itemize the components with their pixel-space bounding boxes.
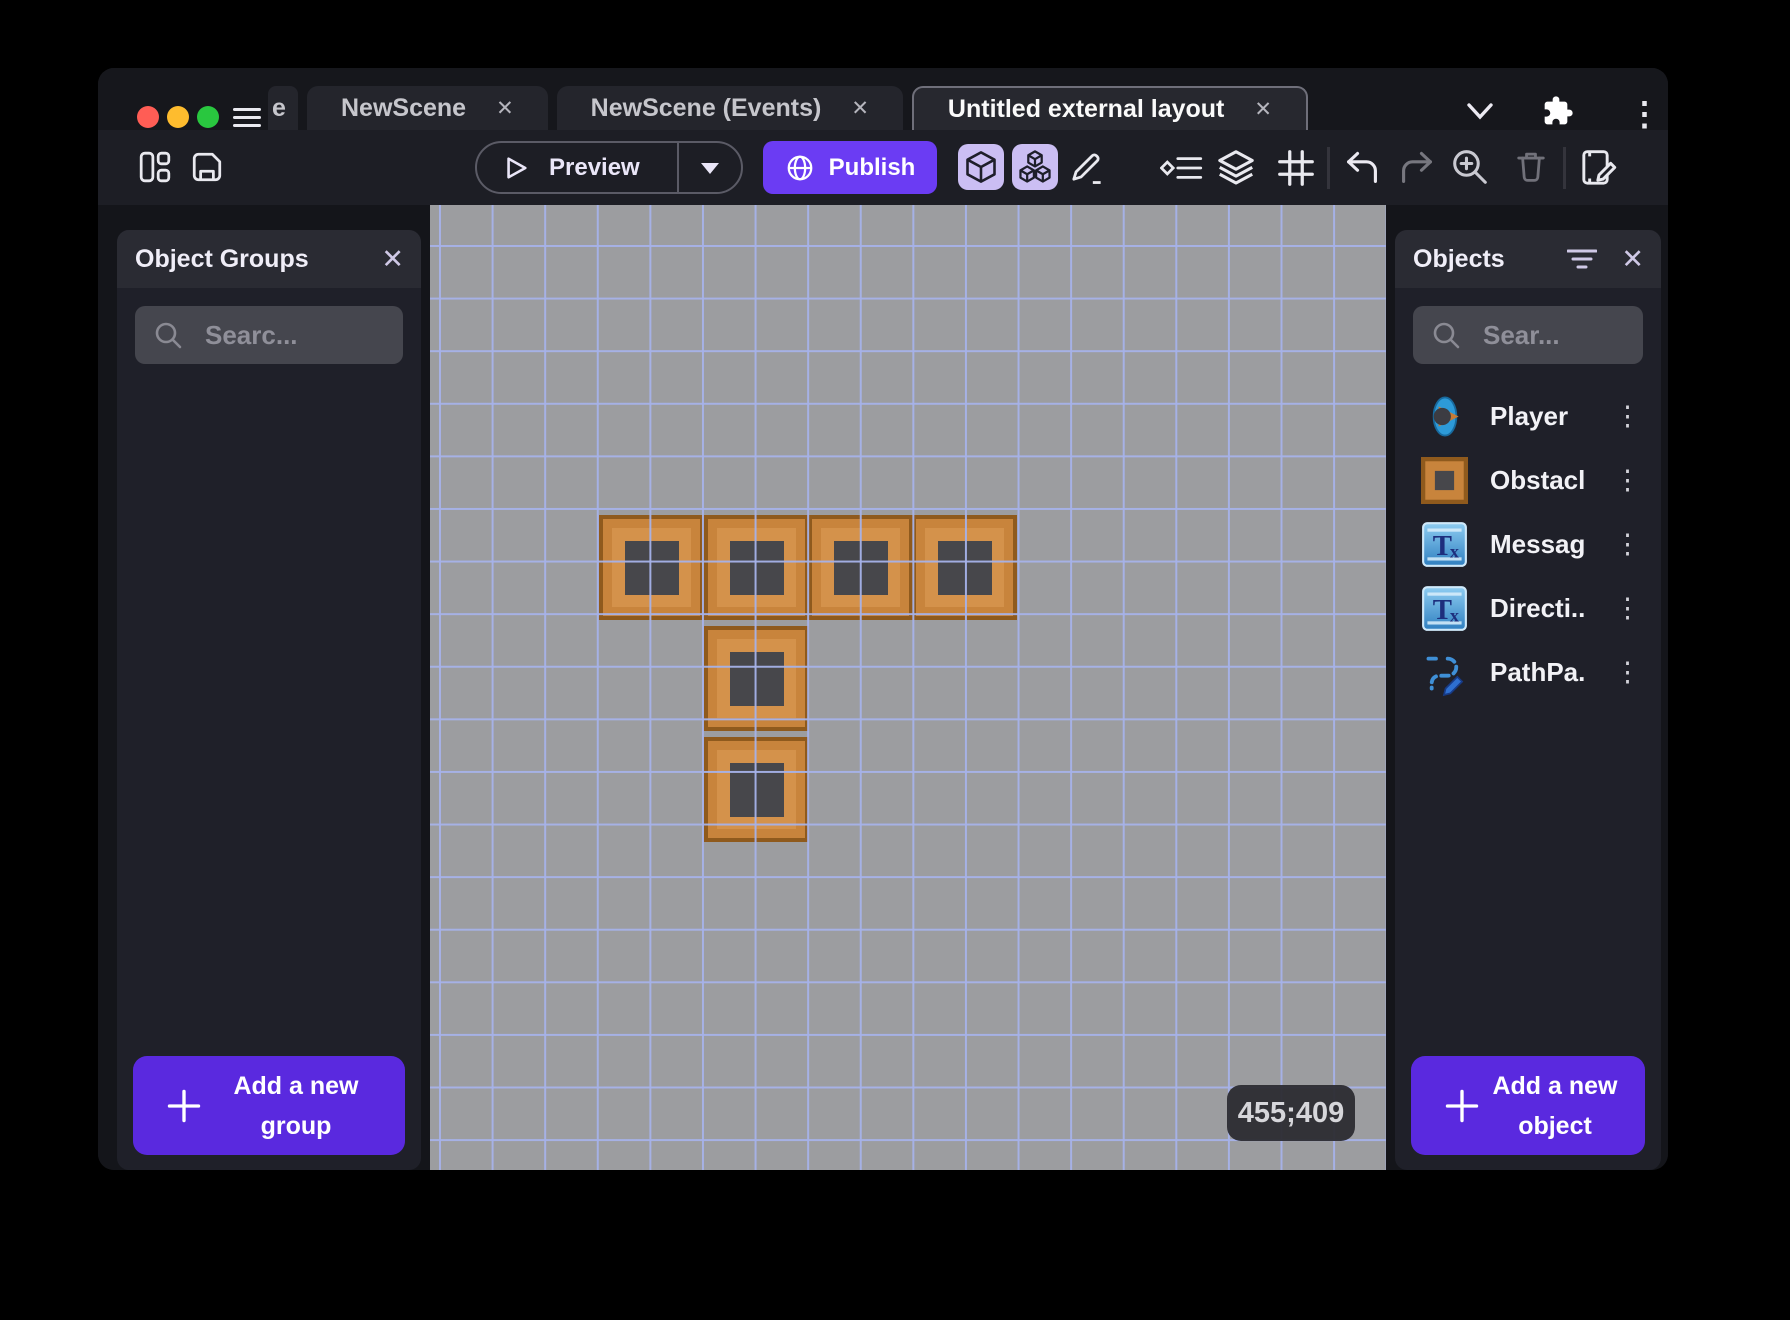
path-object-icon (1421, 649, 1468, 696)
search-placeholder: Sear... (1483, 320, 1560, 351)
object-groups-header: Object Groups ✕ (117, 230, 421, 288)
obstacle-instance[interactable] (912, 515, 1017, 620)
object-name: Directi... (1490, 593, 1584, 624)
objects-list: Player⋮Obstacle⋮TxMessage⋮TxDirecti...⋮P… (1395, 382, 1661, 1056)
edit-object-mode-button[interactable] (958, 144, 1004, 190)
player-icon (1421, 393, 1468, 440)
object-menu-button[interactable]: ⋮ (1606, 467, 1649, 494)
objects-header: Objects ✕ (1395, 230, 1661, 288)
object-row[interactable]: Tx Message ⋮ (1395, 512, 1661, 576)
object-name: Obstacle (1490, 465, 1584, 496)
plus-icon (165, 1087, 203, 1125)
chevron-down-icon[interactable] (1465, 101, 1495, 128)
object-row[interactable]: Player ⋮ (1395, 384, 1661, 448)
app-window: e NewScene✕NewScene (Events)✕Untitled ex… (98, 68, 1668, 1170)
tab[interactable]: NewScene (Events) ✕ (557, 86, 903, 130)
caret-down-icon (700, 161, 720, 175)
scene-properties-edit-icon[interactable] (1578, 147, 1620, 194)
grid-icon[interactable] (1276, 148, 1316, 193)
object-name: Player (1490, 401, 1584, 432)
undo-icon[interactable] (1343, 149, 1381, 192)
trash-icon[interactable] (1512, 148, 1550, 191)
tab[interactable]: Untitled external layout ✕ (912, 86, 1308, 130)
search-icon (1431, 320, 1461, 350)
preview-label: Preview (549, 154, 640, 182)
extensions-puzzle-icon[interactable] (1542, 95, 1574, 132)
filter-icon[interactable] (1567, 248, 1597, 270)
tab-label: NewScene (Events) (591, 94, 822, 123)
kebab-menu-icon[interactable]: ⋮ (1628, 94, 1661, 133)
search-placeholder: Searc... (205, 320, 298, 351)
close-window-button[interactable] (137, 106, 159, 128)
cursor-coordinates-badge: 455;409 (1227, 1085, 1355, 1141)
objects-panel: Objects ✕ Sear... Player ⋮ Obstacle ⋮ Tx Mess… (1395, 230, 1661, 1170)
save-icon[interactable] (190, 150, 224, 189)
preview-button[interactable]: Preview (475, 141, 743, 194)
object-row[interactable]: PathPa... ⋮ (1395, 640, 1661, 704)
obstacle-icon (1421, 457, 1468, 504)
close-panel-icon[interactable]: ✕ (381, 246, 404, 273)
edit-pencil-icon[interactable] (1066, 149, 1104, 192)
maximize-window-button[interactable] (197, 106, 219, 128)
obstacle-instance[interactable] (599, 515, 704, 620)
add-object-button[interactable]: Add a new object (1411, 1056, 1645, 1155)
object-groups-title: Object Groups (135, 245, 309, 274)
titlebar: e NewScene✕NewScene (Events)✕Untitled ex… (98, 68, 1668, 130)
play-icon (503, 155, 529, 181)
obstacle-instance[interactable] (704, 737, 809, 842)
object-name: PathPa... (1490, 657, 1584, 688)
object-row[interactable]: Tx Directi... ⋮ (1395, 576, 1661, 640)
close-panel-icon[interactable]: ✕ (1621, 246, 1644, 273)
tab-close-icon[interactable]: ✕ (1254, 97, 1272, 122)
tab-label: Untitled external layout (948, 95, 1224, 124)
cube-icon (963, 149, 999, 185)
svg-text:x: x (1450, 605, 1459, 625)
preview-dropdown-button[interactable] (679, 161, 741, 175)
layers-icon[interactable] (1216, 148, 1256, 193)
redo-icon[interactable] (1398, 149, 1436, 192)
object-menu-button[interactable]: ⋮ (1606, 659, 1649, 686)
object-name: Message (1490, 529, 1584, 560)
obstacle-instance[interactable] (704, 626, 809, 731)
search-icon (153, 320, 183, 350)
obstacle-instance[interactable] (808, 515, 913, 620)
project-manager-icon[interactable] (138, 150, 172, 189)
publish-button[interactable]: Publish (763, 141, 937, 194)
object-menu-button[interactable]: ⋮ (1606, 595, 1649, 622)
cubes-icon (1016, 148, 1054, 186)
object-menu-button[interactable]: ⋮ (1606, 531, 1649, 558)
toolbar-divider (1563, 147, 1566, 189)
minimize-window-button[interactable] (167, 106, 189, 128)
objects-title: Objects (1413, 245, 1505, 274)
object-menu-button[interactable]: ⋮ (1606, 403, 1649, 430)
plus-icon (1443, 1087, 1481, 1125)
tab[interactable]: NewScene ✕ (307, 86, 548, 130)
editor-content: 455;409 Object Groups ✕ Searc... Add a n… (98, 205, 1668, 1170)
toolbar-divider (1327, 147, 1330, 189)
object-groups-panel: Object Groups ✕ Searc... Add a new group (117, 230, 421, 1170)
toolbar: Preview Publish (98, 130, 1668, 205)
zoom-in-icon[interactable] (1450, 147, 1490, 192)
tab-close-icon[interactable]: ✕ (851, 96, 869, 121)
globe-icon (785, 153, 815, 183)
object-groups-search-input[interactable]: Searc... (135, 306, 403, 364)
instances-list-icon[interactable] (1160, 151, 1206, 190)
svg-text:x: x (1450, 541, 1459, 561)
objects-search-input[interactable]: Sear... (1413, 306, 1643, 364)
object-row[interactable]: Obstacle ⋮ (1395, 448, 1661, 512)
tab-close-icon[interactable]: ✕ (496, 96, 514, 121)
tab-strip: e NewScene✕NewScene (Events)✕Untitled ex… (268, 86, 1308, 130)
add-object-label: Add a new object (1481, 1066, 1645, 1146)
publish-label: Publish (829, 154, 916, 182)
text-object-icon: Tx (1421, 585, 1468, 632)
add-group-label: Add a new group (203, 1066, 405, 1146)
scene-canvas[interactable]: 455;409 (430, 205, 1386, 1170)
text-object-icon: Tx (1421, 521, 1468, 568)
obstacle-instance[interactable] (704, 515, 809, 620)
tab-label: NewScene (341, 94, 466, 123)
add-instances-mode-button[interactable] (1012, 144, 1058, 190)
add-group-button[interactable]: Add a new group (133, 1056, 405, 1155)
tab-partial[interactable]: e (268, 86, 298, 130)
menu-hamburger-icon[interactable] (233, 108, 261, 127)
